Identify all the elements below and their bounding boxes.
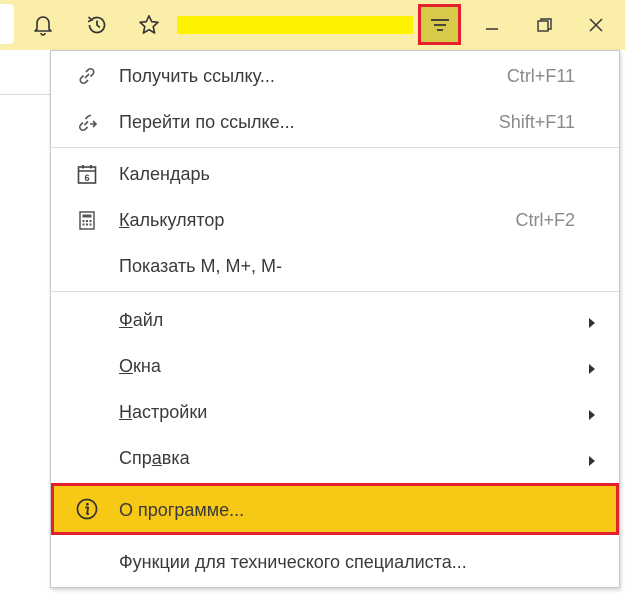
restore-icon[interactable] <box>526 6 562 44</box>
calendar-icon: 6 <box>75 162 99 186</box>
main-menu-dropdown: Получить ссылку... Ctrl+F11 Перейти по с… <box>50 50 620 588</box>
menu-item-label: Календарь <box>119 164 210 184</box>
menu-item-calculator[interactable]: Калькулятор Ctrl+F2 <box>51 197 619 243</box>
search-field-highlight[interactable] <box>177 16 413 34</box>
menu-separator <box>51 291 619 292</box>
menu-item-label: Показать M, M+, M- <box>119 256 283 276</box>
window-tab-edge <box>0 4 14 44</box>
bell-icon[interactable] <box>25 6 61 44</box>
go-to-link-icon <box>75 110 99 134</box>
svg-text:6: 6 <box>84 173 89 183</box>
menu-item-file[interactable]: Файл <box>51 297 619 343</box>
history-icon[interactable] <box>79 6 115 44</box>
menu-item-windows[interactable]: Окна <box>51 343 619 389</box>
menu-item-technical-functions[interactable]: Функции для технического специалиста... <box>51 539 619 585</box>
shortcut-text: Ctrl+F2 <box>515 210 575 230</box>
menu-item-settings[interactable]: Настройки <box>51 389 619 435</box>
menu-item-label: Получить ссылку... <box>119 66 275 86</box>
menu-item-calendar[interactable]: 6 Календарь <box>51 151 619 197</box>
submenu-arrow-icon <box>588 313 596 334</box>
shortcut-text: Ctrl+F11 <box>506 66 575 86</box>
link-icon <box>75 64 99 88</box>
toolbar-strip <box>0 50 50 95</box>
menu-item-help[interactable]: Справка <box>51 435 619 481</box>
menu-item-label: Функции для технического специалиста... <box>119 552 467 572</box>
minimize-icon[interactable] <box>474 6 510 44</box>
shortcut-text: Shift+F11 <box>498 112 575 132</box>
menu-item-label: О программе... <box>119 500 245 520</box>
star-icon[interactable] <box>131 6 167 44</box>
menu-item-about[interactable]: О программе... <box>51 483 619 535</box>
main-menu-button[interactable] <box>418 4 461 45</box>
menu-separator <box>51 147 619 148</box>
menu-item-get-link[interactable]: Получить ссылку... Ctrl+F11 <box>51 53 619 99</box>
menu-icon <box>430 18 449 31</box>
menu-item-label: Настройки <box>119 402 208 422</box>
submenu-arrow-icon <box>588 451 596 472</box>
menu-item-label: Калькулятор <box>119 210 225 230</box>
submenu-arrow-icon <box>588 405 596 426</box>
menu-item-label: Файл <box>119 310 164 330</box>
menu-item-label: Окна <box>119 356 161 376</box>
submenu-arrow-icon <box>588 359 596 380</box>
info-icon <box>75 497 99 521</box>
close-icon[interactable] <box>578 6 614 44</box>
title-bar <box>0 0 625 50</box>
menu-item-show-memory[interactable]: Показать M, M+, M- <box>51 243 619 289</box>
menu-item-go-to-link[interactable]: Перейти по ссылке... Shift+F11 <box>51 99 619 145</box>
calculator-icon <box>75 208 99 232</box>
menu-item-label: Перейти по ссылке... <box>119 112 295 132</box>
menu-item-label: Справка <box>119 448 190 468</box>
